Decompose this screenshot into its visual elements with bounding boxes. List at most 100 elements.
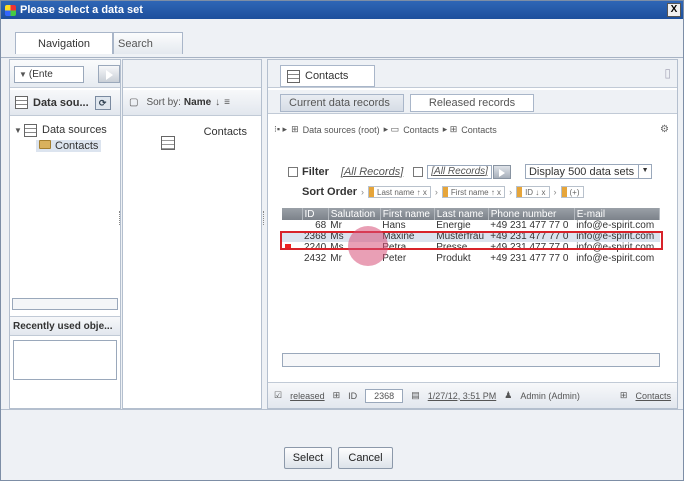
- menu-icon[interactable]: ≡: [224, 97, 230, 108]
- column-header[interactable]: Phone number: [488, 208, 575, 220]
- id-label: ID: [348, 390, 358, 401]
- search-go-button[interactable]: [492, 164, 511, 179]
- row-marker: [282, 253, 302, 264]
- combo-value: (Ente: [28, 69, 53, 80]
- tab-search[interactable]: Search: [113, 32, 183, 54]
- settings-icon[interactable]: ⚙: [660, 124, 669, 135]
- breadcrumb-item[interactable]: Contacts: [461, 125, 497, 135]
- tree-label: Data sources: [42, 124, 107, 136]
- display-count-select[interactable]: Display 500 data sets ▼: [524, 164, 653, 179]
- breadcrumb-item[interactable]: Contacts: [403, 125, 439, 135]
- table-horizontal-scrollbar[interactable]: [282, 353, 660, 367]
- nav-toolbar: ▼ (Ente: [10, 60, 120, 88]
- table-row[interactable]: 2432 Mr Peter Produkt +49 231 477 77 0 i…: [282, 253, 660, 264]
- refresh-icon[interactable]: ⟳: [94, 95, 111, 110]
- cell-firstname: Hans: [382, 220, 406, 231]
- cell-lastname: Produkt: [436, 253, 471, 264]
- app-icon: [5, 4, 16, 16]
- contacts-item-label[interactable]: Contacts: [204, 126, 247, 138]
- breadcrumb-item[interactable]: Data sources (root): [303, 125, 380, 135]
- table-header-row: ID Salutation First name Last name Phone…: [282, 208, 661, 220]
- date-link[interactable]: 1/27/12, 3:51 PM: [428, 391, 497, 401]
- cell-phone: +49 231 477 77 0: [490, 220, 569, 231]
- dialog-window: Please select a data set X Navigation Se…: [0, 0, 684, 481]
- recent-objects-list[interactable]: [13, 340, 117, 380]
- breadcrumb-separator-icon: ▸ ⊞: [442, 124, 458, 134]
- tree-node-contacts[interactable]: Contacts: [14, 138, 107, 154]
- column-header[interactable]: E-mail: [574, 208, 661, 220]
- tab-released-records[interactable]: Released records: [410, 94, 534, 112]
- sort-by-label: Sort by:: [146, 97, 181, 108]
- released-link[interactable]: released: [290, 391, 325, 401]
- released-checkbox-icon: ☑: [274, 390, 283, 400]
- contacts-table-icon[interactable]: [161, 136, 175, 150]
- language-combo[interactable]: ▼ (Ente: [14, 66, 84, 83]
- select-button[interactable]: Select: [284, 447, 332, 469]
- page-icon: ▢: [129, 97, 139, 108]
- recent-objects-header: Recently used obje...: [10, 316, 120, 336]
- search-input[interactable]: [All Records]: [427, 164, 492, 179]
- table-icon: [287, 69, 300, 83]
- cancel-button[interactable]: Cancel: [338, 447, 393, 469]
- page-icon: ▯: [664, 66, 671, 80]
- user-label: Admin (Admin): [520, 390, 580, 401]
- splitter-handle[interactable]: [263, 211, 266, 225]
- horizontal-scrollbar[interactable]: [12, 298, 118, 310]
- navigation-panel: ▼ (Ente Data sou... ⟳ ▼ Data sources Cont…: [9, 59, 121, 409]
- arrow-icon: ›: [509, 187, 513, 197]
- column-header[interactable]: First name: [380, 208, 435, 220]
- cell-lastname: Energie: [436, 220, 471, 231]
- cell-phone: +49 231 477 77 0: [490, 253, 569, 264]
- column-header[interactable]: Last name: [434, 208, 489, 220]
- sort-chip-firstname[interactable]: First name ↑ x: [441, 186, 506, 198]
- breadcrumb-icon: ⁝▪ ▸: [274, 124, 288, 134]
- sort-order-row: Sort Order › Last name ↑ x › First name …: [302, 186, 584, 198]
- chevron-down-icon: ▼: [19, 70, 27, 79]
- status-bar: ☑ released ⊞ ID 2368 ▤ 1/27/12, 3:51 PM …: [268, 382, 677, 408]
- play-icon: [105, 69, 113, 80]
- table-link[interactable]: Contacts: [635, 391, 671, 401]
- splitter-handle[interactable]: [119, 211, 122, 225]
- expand-icon[interactable]: ▼: [14, 126, 24, 135]
- column-header[interactable]: Salutation: [328, 208, 381, 220]
- sort-chip-add[interactable]: (+): [560, 186, 584, 198]
- search-checkbox[interactable]: [413, 166, 424, 177]
- folder-icon: [39, 140, 51, 149]
- table-icon: ⊞: [332, 390, 341, 400]
- sort-chip-lastname[interactable]: Last name ↑ x: [368, 186, 431, 198]
- tree-node-datasources[interactable]: ▼ Data sources: [14, 122, 107, 138]
- selection-highlight-frame: [280, 231, 663, 250]
- table-icon: ⊞: [291, 124, 299, 134]
- datasource-tree: ▼ Data sources Contacts: [14, 122, 107, 154]
- content-tab-bar: Contacts ▯: [268, 60, 677, 88]
- top-tab-bar: Navigation Search: [1, 19, 683, 58]
- dialog-button-bar: Select Cancel: [1, 409, 683, 480]
- tree-label: Contacts: [55, 140, 99, 152]
- cell-id: 68: [315, 220, 327, 231]
- go-button[interactable]: [98, 65, 120, 83]
- id-field[interactable]: 2368: [365, 388, 404, 403]
- sort-by-value[interactable]: Name: [184, 97, 211, 108]
- cell-email: info@e-spirit.com: [576, 253, 655, 264]
- sort-chip-id[interactable]: ID ↓ x: [516, 186, 550, 198]
- chevron-down-icon: ▼: [638, 165, 651, 178]
- table-row[interactable]: 68 Mr Hans Energie +49 231 477 77 0 info…: [282, 220, 660, 231]
- tab-navigation[interactable]: Navigation: [15, 32, 113, 54]
- column-header[interactable]: ID: [302, 208, 329, 220]
- arrow-icon: ›: [434, 187, 438, 197]
- calendar-icon: ▤: [411, 390, 420, 400]
- tab-contacts[interactable]: Contacts: [280, 65, 375, 87]
- row-marker: [282, 220, 302, 231]
- title-bar: Please select a data set X: [1, 1, 683, 19]
- filter-link[interactable]: [All Records]: [341, 166, 403, 178]
- sort-direction-icon[interactable]: ↓: [215, 97, 220, 108]
- filter-checkbox[interactable]: [288, 166, 298, 177]
- close-button[interactable]: X: [667, 3, 681, 17]
- cursor-click-indicator: [348, 226, 388, 266]
- column-marker: [282, 208, 303, 220]
- arrow-icon: ›: [361, 187, 365, 197]
- tab-current-records[interactable]: Current data records: [280, 94, 404, 112]
- table-icon: [24, 123, 37, 137]
- cell-id: 2432: [304, 253, 327, 264]
- breadcrumb-separator-icon: ▸ ▭: [383, 124, 400, 134]
